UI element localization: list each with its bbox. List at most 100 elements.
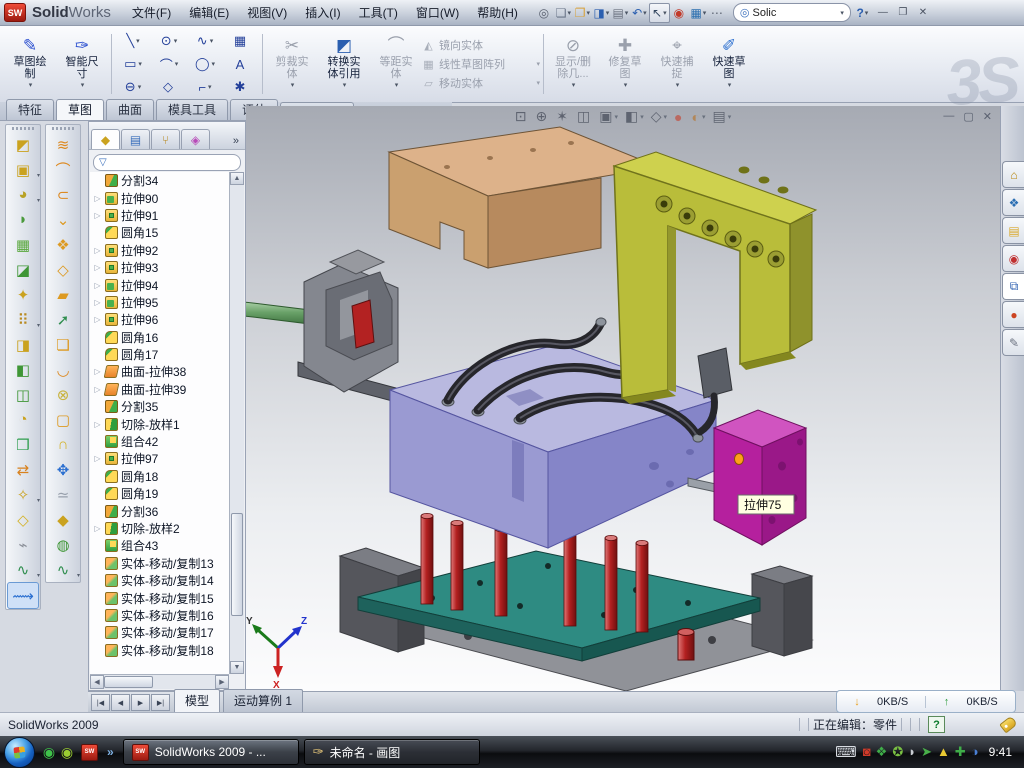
tree-item[interactable]: 圆角19 — [90, 485, 229, 502]
feature-tool-button[interactable]: ❒ — [6, 432, 40, 457]
tree-item[interactable]: ▷ 拉伸92 — [90, 242, 229, 259]
file-explorer-tab[interactable]: ▤ — [1002, 217, 1024, 244]
configurationmanager-tab[interactable]: ⑂ — [151, 129, 180, 149]
doc-tab[interactable]: 运动算例 1 — [223, 689, 303, 712]
expand-arrow-icon[interactable]: ▷ — [93, 385, 102, 394]
quick-tips-button[interactable]: ? — [928, 716, 945, 733]
sketch-button[interactable]: ✎草图绘制▾ — [4, 28, 56, 100]
tree-item[interactable]: 圆角16 — [90, 329, 229, 346]
menu-item[interactable]: 文件(F) — [123, 2, 180, 23]
trim-entities-button[interactable]: ✂剪裁实体▾ — [266, 28, 318, 100]
apply-scene-icon[interactable]: ◐▾ — [691, 109, 705, 125]
surface-tool-button[interactable]: ◍ — [46, 532, 80, 557]
feature-tool-button[interactable]: ⟿ — [7, 582, 39, 609]
surface-tool-button[interactable]: ≃ — [46, 482, 80, 507]
tree-item[interactable]: ▷ 拉伸94 — [90, 276, 229, 293]
surface-tool-button[interactable]: ◆ — [46, 507, 80, 532]
expand-arrow-icon[interactable]: ▷ — [93, 420, 102, 429]
expand-arrow-icon[interactable]: ▷ — [93, 367, 102, 376]
doc-tab[interactable]: 模型 — [174, 689, 220, 712]
feature-tool-button[interactable]: ◫ — [6, 382, 40, 407]
surface-tool-button[interactable]: ≋ — [46, 132, 80, 157]
sketch-entity-button[interactable]: A — [223, 53, 259, 76]
tree-item[interactable]: ▷ 拉伸96 — [90, 311, 229, 328]
quicklaunch-app-icon[interactable]: ◉ — [58, 744, 76, 761]
model-clamp-assembly[interactable] — [246, 250, 398, 402]
scroll-left-arrow[interactable]: ◀ — [90, 675, 104, 689]
repair-sketch-button[interactable]: ✚修复草图▾ — [599, 28, 651, 100]
doc-minimize-button[interactable]: — — [943, 110, 954, 123]
chevron-right-icon[interactable]: » — [229, 135, 243, 149]
expand-arrow-icon[interactable]: ▷ — [93, 246, 102, 255]
tree-item[interactable]: 实体-移动/复制13 — [90, 555, 229, 572]
tree-item[interactable]: ▷ 拉伸93 — [90, 259, 229, 276]
surface-tool-button[interactable]: ⊗ — [46, 382, 80, 407]
model-right-rail[interactable] — [752, 566, 812, 656]
feature-tool-button[interactable]: ▦ — [6, 232, 40, 257]
undo-icon[interactable]: ↶▾ — [630, 4, 649, 22]
sketch-entity-button[interactable]: ⌐▾ — [187, 76, 223, 99]
scroll-right-arrow[interactable]: ▶ — [215, 675, 229, 689]
scroll-down-arrow[interactable]: ▼ — [230, 661, 244, 674]
surface-tool-button[interactable]: ❖ — [46, 232, 80, 257]
tree-horizontal-scrollbar[interactable]: ◀ ▶ — [90, 674, 229, 689]
stack-tool-button[interactable]: ◭镜向实体 — [422, 37, 540, 53]
expand-arrow-icon[interactable]: ▷ — [93, 281, 102, 290]
surface-tool-button[interactable]: ◇ — [46, 257, 80, 282]
quick-snaps-button[interactable]: ⌖快速捕捉▾ — [651, 28, 703, 100]
keyboard-layout-icon[interactable]: ⌨ — [835, 743, 857, 761]
doc-close-button[interactable]: ✕ — [983, 110, 992, 123]
feature-tool-button[interactable]: ◔ — [6, 407, 40, 432]
network-tray-icon[interactable]: ➤ — [921, 744, 932, 760]
save-icon[interactable]: ◨▾ — [592, 4, 611, 22]
expand-arrow-icon[interactable]: ▷ — [93, 263, 102, 272]
feature-tool-button[interactable]: ⌁ — [6, 532, 40, 557]
smart-dimension-button[interactable]: ✑智能尺寸▾ — [56, 28, 108, 100]
propertymanager-tab[interactable]: ▤ — [121, 129, 150, 149]
expand-arrow-icon[interactable]: ▷ — [93, 454, 102, 463]
dimxpertmanager-tab[interactable]: ◈ — [181, 129, 210, 149]
tree-item[interactable]: 实体-移动/复制17 — [90, 624, 229, 641]
display-style-icon[interactable]: ◧▾ — [625, 108, 644, 125]
tree-item[interactable]: ▷ 切除-放样2 — [90, 520, 229, 537]
scroll-up-arrow[interactable]: ▲ — [230, 172, 244, 185]
view-palette-tab[interactable]: ⧉ — [1002, 273, 1024, 300]
doc-nav-button[interactable]: ◀ — [111, 694, 130, 711]
tree-item[interactable]: 实体-移动/复制18 — [90, 642, 229, 659]
ribbon-tab[interactable]: 特征 — [6, 99, 54, 120]
feature-tool-button[interactable]: ✦ — [6, 282, 40, 307]
menu-item[interactable]: 视图(V) — [238, 2, 296, 23]
ribbon-tab[interactable]: 草图 — [56, 99, 104, 120]
expand-arrow-icon[interactable]: ▷ — [93, 194, 102, 203]
feature-tool-button[interactable]: ◩ — [6, 132, 40, 157]
taskbar-button-solidworks[interactable]: SW SolidWorks 2009 - ... — [123, 739, 299, 765]
sketch-entity-button[interactable]: ⊖▾ — [115, 76, 151, 99]
section-view-icon[interactable]: ◫ — [577, 108, 592, 125]
security-tray-icon[interactable]: ❖ — [876, 744, 888, 760]
feature-tool-button[interactable]: ◪ — [6, 257, 40, 282]
feature-tool-button[interactable]: ◨ — [6, 332, 40, 357]
custom-properties-tab[interactable]: ✎ — [1002, 329, 1024, 356]
tree-item[interactable]: 分割35 — [90, 398, 229, 415]
select-arrow-icon[interactable]: ↖▾ — [649, 3, 670, 23]
tree-item[interactable]: 实体-移动/复制14 — [90, 572, 229, 589]
print-icon[interactable]: ▤▾ — [611, 4, 630, 22]
doc-restore-button[interactable]: ▢ — [963, 110, 973, 123]
feature-tool-button[interactable]: ◕▾ — [6, 182, 40, 207]
offset-entities-button[interactable]: ⌒等距实体▾ — [370, 28, 422, 100]
volume-tray-icon[interactable]: ◗ — [908, 744, 916, 760]
surface-tool-button[interactable]: ⌄ — [46, 207, 80, 232]
view-orientation-icon[interactable]: ▣▾ — [599, 108, 618, 125]
convert-entities-button[interactable]: ◩转换实体引用▾ — [318, 28, 370, 100]
tree-item[interactable]: ▷ 切除-放样1 — [90, 415, 229, 432]
tree-item[interactable]: ▷ 曲面-拉伸39 — [90, 381, 229, 398]
sync-tray-icon[interactable]: ◑ — [971, 744, 979, 760]
feature-tool-button[interactable]: ⠿▾ — [6, 307, 40, 332]
solidworks-quicklaunch-icon[interactable]: SW — [81, 744, 98, 761]
antivirus-tray-icon[interactable]: ◙ — [863, 744, 871, 760]
tree-item[interactable]: 圆角18 — [90, 468, 229, 485]
rebuild-traffic-light-icon[interactable]: ◉ — [670, 4, 689, 22]
tree-item[interactable]: 实体-移动/复制15 — [90, 589, 229, 606]
tree-item[interactable]: 分割36 — [90, 502, 229, 519]
menu-item[interactable]: 编辑(E) — [180, 2, 238, 23]
